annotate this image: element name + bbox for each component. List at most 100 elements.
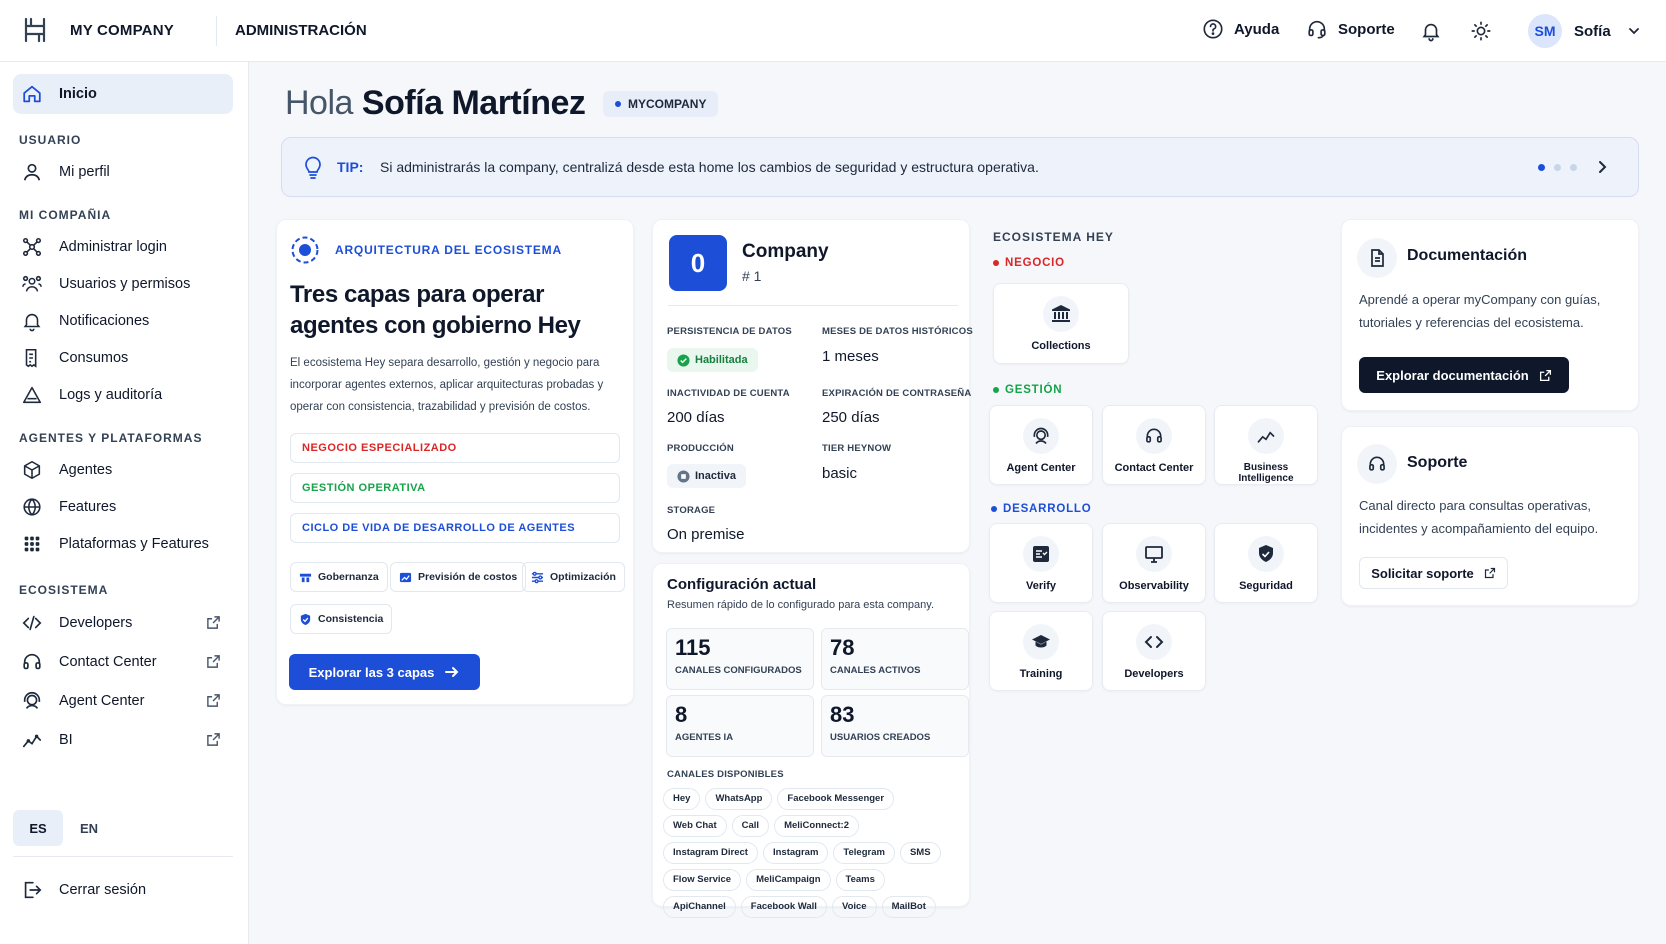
sidebar-item-consumption[interactable]: Consumos <box>13 338 233 378</box>
sidebar-item-profile[interactable]: Mi perfil <box>13 152 233 192</box>
channel-chip: Hey <box>663 788 701 810</box>
eco-tile-verify[interactable]: Verify <box>989 523 1093 603</box>
eco-section-desarrollo: DESARROLLO <box>991 503 1092 515</box>
chart-icon <box>399 572 412 582</box>
lang-es-button[interactable]: ES <box>13 810 63 846</box>
button-label: Solicitar soporte <box>1371 565 1474 581</box>
layer-negocio[interactable]: NEGOCIO ESPECIALIZADO <box>290 433 620 463</box>
stat-label: CANALES ACTIVOS <box>830 665 921 676</box>
eco-tile-seguridad[interactable]: Seguridad <box>1214 523 1318 603</box>
expiry-label: EXPIRACIÓN DE CONTRASEÑA <box>822 388 972 399</box>
sidebar-item-login[interactable]: Administrar login <box>13 227 233 267</box>
sidebar-item-label: Consumos <box>59 350 129 366</box>
company-badge: MYCOMPANY <box>603 91 719 117</box>
support-text: Canal directo para consultas operativas,… <box>1359 498 1599 536</box>
company-brand[interactable]: MY COMPANY <box>70 22 174 39</box>
help-link[interactable]: Ayuda <box>1202 18 1279 40</box>
lightbulb-icon <box>305 156 321 179</box>
sidebar-item-agent-center[interactable]: Agent Center <box>13 681 233 721</box>
tag-label: Previsión de costos <box>418 571 518 583</box>
verify-icon <box>1033 546 1049 562</box>
grid-icon <box>24 536 40 552</box>
explore-layers-button[interactable]: Explorar las 3 capas <box>289 654 480 690</box>
sidebar-item-label: Logs y auditoría <box>59 387 163 403</box>
eco-tile-observability[interactable]: Observability <box>1102 523 1206 603</box>
sidebar-item-label: BI <box>59 732 73 748</box>
sliders-icon <box>531 571 544 583</box>
headset-icon <box>23 653 41 670</box>
sidebar-item-agents[interactable]: Agentes <box>13 450 233 490</box>
sidebar-item-platforms[interactable]: Plataformas y Features <box>13 524 233 564</box>
cube-icon <box>23 460 41 480</box>
explore-docs-button[interactable]: Explorar documentación <box>1359 357 1569 393</box>
tag-label: Gobernanza <box>318 571 379 583</box>
eco-tile-agent-center[interactable]: Agent Center <box>989 405 1093 485</box>
eco-tile-business-intelligence[interactable]: Business Intelligence <box>1214 405 1318 485</box>
sidebar-heading-ecosystem: ECOSISTEMA <box>19 583 109 597</box>
external-link-icon <box>207 655 220 668</box>
production-status: Inactiva <box>667 464 746 488</box>
eco-tile-contact-center[interactable]: Contact Center <box>1102 405 1206 485</box>
tip-page-dot-active[interactable] <box>1538 164 1545 171</box>
layer-gestion[interactable]: GESTIÓN OPERATIVA <box>290 473 620 503</box>
section-label: GESTIÓN <box>1005 384 1063 396</box>
channel-chip: Flow Service <box>663 869 742 891</box>
button-label: Explorar documentación <box>1376 367 1529 383</box>
bell-icon[interactable] <box>1420 20 1442 42</box>
sidebar-item-label: Inicio <box>59 86 97 102</box>
sidebar-item-notifications[interactable]: Notificaciones <box>13 301 233 341</box>
channel-chip: WhatsApp <box>705 788 773 810</box>
agent-icon <box>1033 427 1049 445</box>
persistence-value: Habilitada <box>695 354 748 366</box>
months-label: MESES DE DATOS HISTÓRICOS <box>822 326 973 337</box>
support-link[interactable]: Soporte <box>1306 18 1395 40</box>
tier-value: basic <box>822 465 858 482</box>
sidebar-item-features[interactable]: Features <box>13 487 233 527</box>
tip-page-dot[interactable] <box>1554 164 1561 171</box>
governance-icon <box>299 573 312 582</box>
sun-icon[interactable] <box>1470 20 1492 42</box>
eco-tile-collections[interactable]: Collections <box>993 283 1129 364</box>
doc-icon-wrap <box>1357 238 1397 278</box>
inactivity-label: INACTIVIDAD DE CUENTA <box>667 388 790 399</box>
user-name[interactable]: Sofía <box>1574 23 1611 40</box>
layer-desarrollo[interactable]: CICLO DE VIDA DE DESARROLLO DE AGENTES <box>290 513 620 543</box>
tip-banner: TIP: Si administrarás la company, centra… <box>281 137 1639 197</box>
stat-label: USUARIOS CREADOS <box>830 732 931 743</box>
section-dot <box>993 387 999 393</box>
tile-label: Seguridad <box>1239 580 1293 592</box>
channel-chip: Teams <box>835 869 885 891</box>
eco-tile-developers[interactable]: Developers <box>1102 611 1206 691</box>
headset-icon <box>1146 428 1162 443</box>
sidebar-item-developers[interactable]: Developers <box>13 603 233 643</box>
badge-dot <box>615 101 621 107</box>
tag-consistencia: Consistencia <box>290 604 393 634</box>
eco-section-negocio: NEGOCIO <box>993 257 1065 269</box>
logout-label: Cerrar sesión <box>59 882 147 898</box>
badge-label: MYCOMPANY <box>628 97 707 111</box>
chevron-down-icon[interactable] <box>1627 24 1641 38</box>
company-number: # 1 <box>742 268 762 284</box>
receipt-icon <box>25 348 37 368</box>
tag-label: Consistencia <box>318 613 384 625</box>
chevron-right-icon[interactable] <box>1594 159 1610 175</box>
user-avatar[interactable]: SM <box>1528 14 1562 48</box>
tip-page-dot[interactable] <box>1570 164 1577 171</box>
tile-label: Training <box>1019 668 1063 680</box>
channel-chip: Instagram Direct <box>663 842 758 864</box>
tag-label: Optimización <box>550 571 616 583</box>
analytics-icon <box>22 734 42 748</box>
support-title: Soporte <box>1407 454 1468 471</box>
section-dot <box>991 506 997 512</box>
eco-tile-training[interactable]: Training <box>989 611 1093 691</box>
sidebar-item-home[interactable]: Inicio <box>13 74 233 114</box>
request-support-button[interactable]: Solicitar soporte <box>1359 557 1508 589</box>
sidebar-item-logs[interactable]: Logs y auditoría <box>13 375 233 415</box>
logout-button[interactable]: Cerrar sesión <box>13 870 233 910</box>
sidebar-item-users[interactable]: Usuarios y permisos <box>13 264 233 304</box>
support-icon-wrap <box>1357 444 1397 484</box>
sidebar-item-contact-center[interactable]: Contact Center <box>13 642 233 682</box>
sidebar-item-bi[interactable]: BI <box>13 720 233 760</box>
lang-en-button[interactable]: EN <box>64 810 114 846</box>
app-logo-icon[interactable] <box>20 15 50 45</box>
